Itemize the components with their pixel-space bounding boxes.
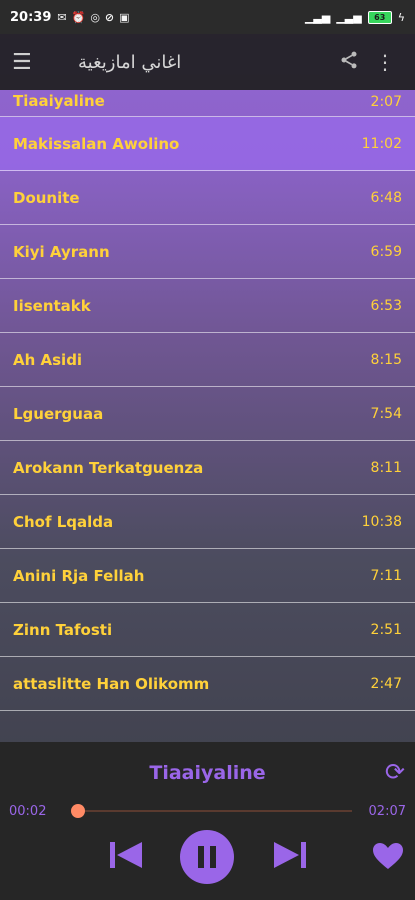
signal-icon: ▁▃▅ [304, 10, 331, 24]
share-glyph [341, 51, 357, 68]
messenger-icon: ✉ [57, 10, 67, 24]
track-title: Anini Rja Fellah [13, 566, 145, 585]
track-row-3[interactable]: Kiyi Ayrann 6:59 [0, 225, 415, 279]
track-row-5[interactable]: Ah Asidi 8:15 [0, 333, 415, 387]
status-time: 20:39 [10, 9, 52, 25]
track-row-7[interactable]: Arokann Terkatguenza 8:11 [0, 441, 415, 495]
track-row-9[interactable]: Anini Rja Fellah 7:11 [0, 549, 415, 603]
track-title: Chof Lqalda [13, 512, 114, 531]
player-panel: Tiaaiyaline ⟳ 00:02 02:07 [0, 742, 415, 900]
track-duration: 6:59 [370, 243, 402, 260]
now-playing-title: Tiaaiyaline [149, 762, 266, 784]
previous-icon [110, 842, 142, 868]
track-title: Zinn Tafosti [13, 620, 113, 639]
track-row-10[interactable]: Zinn Tafosti 2:51 [0, 603, 415, 657]
track-row-2[interactable]: Dounite 6:48 [0, 171, 415, 225]
elapsed-time: 00:02 [9, 804, 47, 819]
heart-icon [373, 843, 403, 869]
whatsapp-icon: ◎ [90, 10, 100, 24]
track-duration: 6:48 [370, 189, 402, 206]
track-duration: 2:51 [370, 621, 402, 638]
track-row-0[interactable]: Tiaaiyaline 2:07 [0, 90, 415, 117]
track-title: Kiyi Ayrann [13, 242, 110, 261]
track-duration: 11:02 [361, 135, 402, 152]
translate-icon: ▣ [119, 10, 130, 24]
pause-button[interactable] [180, 830, 234, 884]
pause-icon [198, 846, 216, 868]
next-icon [274, 842, 306, 868]
status-left: 20:39 ✉ ⏰ ◎ ⊘ ▣ [10, 10, 130, 25]
track-row-11[interactable]: attaslitte Han Olikomm 2:47 [0, 657, 415, 711]
status-bar: 20:39 ✉ ⏰ ◎ ⊘ ▣ ▁▃▅ ▁▃▅ 63 ϟ [0, 0, 415, 34]
battery-level: 63 [374, 12, 386, 22]
track-row-4[interactable]: Iisentakk 6:53 [0, 279, 415, 333]
charging-icon: ϟ [397, 10, 405, 24]
repeat-icon[interactable]: ⟳ [385, 758, 405, 786]
sync-icon: ⊘ [104, 10, 115, 24]
track-row-partial[interactable] [0, 711, 415, 733]
track-title: Makissalan Awolino [13, 134, 180, 153]
track-title: Tiaaiyaline [13, 92, 105, 110]
track-row-8[interactable]: Chof Lqalda 10:38 [0, 495, 415, 549]
seek-bar[interactable] [71, 804, 352, 818]
track-title: attaslitte Han Olikomm [13, 674, 210, 693]
track-title: Arokann Terkatguenza [13, 458, 204, 477]
track-row-1[interactable]: Makissalan Awolino 11:02 [0, 117, 415, 171]
app-bar: ☰ اغاني امازيغية ⋮ [0, 34, 415, 90]
alarm-icon: ⏰ [71, 10, 86, 24]
track-duration: 7:11 [370, 567, 402, 584]
track-duration: 8:11 [370, 459, 402, 476]
next-button[interactable] [272, 838, 308, 876]
app-title: اغاني امازيغية [78, 51, 182, 73]
track-title: Dounite [13, 188, 80, 207]
share-icon[interactable] [331, 50, 367, 75]
track-row-6[interactable]: Lguerguaa 7:54 [0, 387, 415, 441]
signal-icon-2: ▁▃▅ [336, 10, 362, 24]
previous-button[interactable] [108, 838, 144, 876]
track-duration: 2:47 [370, 675, 402, 692]
total-time: 02:07 [368, 804, 406, 819]
track-duration: 8:15 [370, 351, 402, 368]
track-list: Tiaaiyaline 2:07 Makissalan Awolino 11:0… [0, 90, 415, 733]
status-right: ▁▃▅ ▁▃▅ 63 ϟ [304, 10, 405, 24]
track-title: Iisentakk [13, 296, 91, 315]
track-title: Ah Asidi [13, 350, 83, 369]
track-duration: 2:07 [370, 94, 402, 110]
track-duration: 10:38 [361, 513, 402, 530]
battery-icon: 63 [367, 10, 392, 24]
track-duration: 6:53 [370, 297, 402, 314]
seek-thumb[interactable] [71, 804, 86, 818]
track-title: Lguerguaa [13, 404, 104, 423]
menu-icon[interactable]: ☰ [12, 50, 48, 75]
notification-icons: ✉ ⏰ ◎ ⊘ ▣ [57, 11, 129, 24]
more-vert-icon[interactable]: ⋮ [367, 50, 403, 74]
favorite-button[interactable] [372, 842, 404, 874]
track-duration: 7:54 [370, 405, 402, 422]
